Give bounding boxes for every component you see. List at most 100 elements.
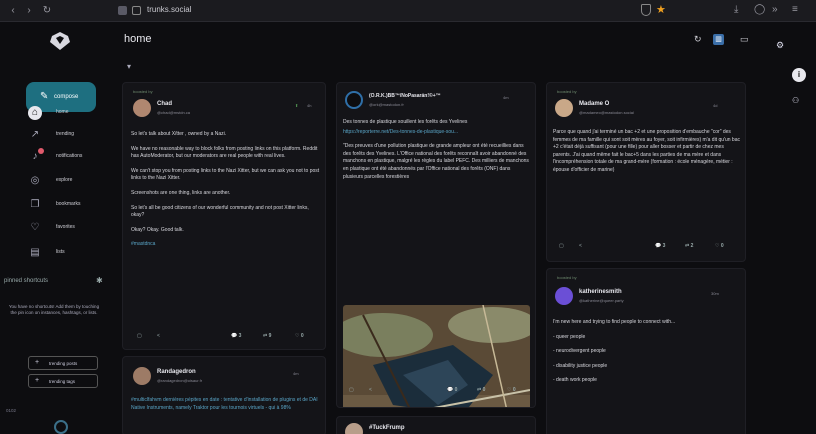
avatar[interactable]: [133, 367, 151, 385]
post-author[interactable]: katherinesmith: [579, 289, 622, 295]
post-list-item: - neurodivergent people: [553, 348, 606, 355]
post-handle[interactable]: @katherine@queer.party: [579, 298, 624, 303]
post-author[interactable]: #TuckFrump: [369, 425, 405, 431]
post-body: So let's talk about X/tter , owned by a …: [131, 131, 321, 256]
app-logo[interactable]: [48, 32, 72, 50]
expand-icon[interactable]: ▢: [349, 387, 354, 393]
share-icon[interactable]: <: [157, 333, 160, 339]
post-body: I'm new here and trying to find people t…: [553, 319, 741, 392]
boost-button[interactable]: ⇄ 9: [263, 333, 271, 339]
sidebar-item-label: bookmarks: [56, 201, 81, 207]
sidebar-item-explore[interactable]: ◎ explore: [24, 172, 110, 190]
download-icon[interactable]: ⤓: [734, 4, 738, 15]
home-icon: ⌂: [28, 106, 42, 120]
post-paragraph: So let's all be good citizens of our won…: [131, 204, 309, 219]
column-view-icon[interactable]: ▥: [713, 34, 724, 45]
post-time: 4m: [503, 95, 509, 100]
shield-icon[interactable]: [641, 4, 651, 16]
sidebar-item-notifications[interactable]: ♪ notifications: [24, 148, 110, 166]
favorite-button[interactable]: ♡ 0: [507, 387, 516, 393]
trending-posts-button[interactable]: + trending posts: [28, 356, 98, 370]
boost-button[interactable]: ⇄ 2: [685, 243, 693, 249]
post-card[interactable]: Randagedron @randagedron@oisaur.fr 4m #m…: [122, 356, 326, 434]
reply-button[interactable]: 💬 3: [655, 243, 665, 249]
sidebar-item-label: lists: [56, 249, 65, 255]
post-body: Des tonnes de plastique souillent les fo…: [343, 119, 531, 188]
share-icon[interactable]: <: [579, 243, 582, 249]
account-icon[interactable]: ◯: [754, 4, 765, 15]
post-handle[interactable]: @ork@mastodon.fr: [369, 102, 404, 107]
post-author[interactable]: (O.R.K.)BB™/NoPasarán!©+™: [369, 93, 441, 99]
share-icon[interactable]: <: [369, 387, 372, 393]
pinned-shortcuts-note: You have no shortcuts! Add them by touch…: [8, 304, 100, 315]
lock-icon: [132, 6, 141, 15]
post-author[interactable]: Randagedron: [157, 369, 196, 375]
post-handle[interactable]: @chad@mstdn.ca: [157, 110, 190, 115]
profile-avatar[interactable]: [54, 420, 68, 434]
gear-icon[interactable]: ✱: [96, 276, 103, 285]
sidebar-item-label: home: [56, 109, 69, 115]
post-author[interactable]: Madame O: [579, 101, 609, 107]
post-list-item: - disability justice people: [553, 362, 608, 369]
refresh-icon[interactable]: ↻: [694, 34, 702, 45]
post-list-item: - death work people: [553, 377, 597, 384]
boost-indicator-icon: ⬆: [295, 103, 299, 108]
compose-label: compose: [54, 94, 79, 100]
plus-icon: +: [35, 359, 40, 366]
sidebar-item-label: explore: [56, 177, 73, 183]
post-actions: ▢ < 💬 3 ⇄ 2 ♡ 0: [547, 243, 745, 253]
reload-icon[interactable]: ↻: [40, 4, 54, 18]
trending-tags-button[interactable]: + trending tags: [28, 374, 98, 388]
post-handle[interactable]: @madameo@mastodon.social: [579, 110, 634, 115]
page-title: home: [124, 33, 152, 45]
hashtag-link[interactable]: #mastdnca: [131, 241, 321, 249]
sidebar-item-lists[interactable]: ▤ lists: [24, 244, 110, 262]
post-time: 4m: [293, 371, 299, 376]
post-handle[interactable]: @randagedron@oisaur.fr: [157, 378, 202, 383]
reply-button[interactable]: 💬 3: [231, 333, 241, 339]
post-paragraph: Screenshots are one thing, links are ano…: [131, 189, 231, 196]
people-icon[interactable]: ⚇: [792, 96, 799, 105]
single-view-icon[interactable]: ▭: [740, 34, 749, 45]
chevron-left-icon[interactable]: ‹: [6, 4, 20, 18]
settings-gear-icon[interactable]: ⚙: [776, 40, 784, 51]
avatar[interactable]: [555, 99, 573, 117]
post-card[interactable]: boosted by Madame O @madameo@mastodon.so…: [546, 82, 746, 262]
post-card[interactable]: #TuckFrump: [336, 416, 536, 434]
boost-button[interactable]: ⇄ 0: [477, 387, 485, 393]
menu-icon[interactable]: ≡: [792, 4, 798, 15]
avatar[interactable]: [345, 91, 363, 109]
sidebar-item-favorites[interactable]: ♡ favorites: [24, 219, 110, 237]
info-icon[interactable]: i: [792, 68, 806, 82]
article-link[interactable]: https://reporterre.net/Des-tonnes-de-pla…: [343, 129, 531, 137]
star-icon[interactable]: ★: [656, 3, 666, 16]
post-text: "Des preuves d'une pollution plastique d…: [343, 143, 529, 180]
chevron-right-icon[interactable]: ›: [22, 4, 36, 18]
trending-icon: ↗: [30, 129, 40, 140]
post-card[interactable]: boosted by katherinesmith @katherine@que…: [546, 268, 746, 434]
boosted-by-label: boosted by: [133, 89, 153, 94]
post-time: 30m: [711, 291, 719, 296]
favorite-button[interactable]: ♡ 0: [715, 243, 724, 249]
sidebar: ✎ compose ⌂ home ↗ trending ♪ notificati…: [0, 22, 112, 434]
trending-posts-label: trending posts: [49, 361, 78, 366]
avatar[interactable]: [345, 423, 363, 434]
expand-icon[interactable]: ▢: [137, 333, 142, 339]
sidebar-item-bookmarks[interactable]: ❐ bookmarks: [24, 196, 110, 214]
sidebar-item-trending[interactable]: ↗ trending: [24, 126, 110, 144]
post-author[interactable]: Chad: [157, 101, 172, 107]
extension-icon[interactable]: »: [772, 4, 778, 15]
post-body: #multiclfahvm dernières pépites en date …: [131, 397, 321, 412]
post-card[interactable]: boosted by Chad @chad@mstdn.ca ⬆ 4h So l…: [122, 82, 326, 350]
favorite-button[interactable]: ♡ 0: [295, 333, 304, 339]
reply-button[interactable]: 💬 0: [447, 387, 457, 393]
avatar[interactable]: [133, 99, 151, 117]
url-bar[interactable]: trunks.social: [147, 5, 191, 14]
post-actions: ▢ < 💬 3 ⇄ 9 ♡ 0: [123, 333, 325, 343]
avatar[interactable]: [555, 287, 573, 305]
chevron-down-icon[interactable]: ▾: [127, 62, 131, 71]
expand-icon[interactable]: ▢: [559, 243, 564, 249]
post-card[interactable]: (O.R.K.)BB™/NoPasarán!©+™ @ork@mastodon.…: [336, 82, 536, 408]
status-text: 0102: [6, 408, 17, 413]
sidebar-item-home[interactable]: ⌂ home: [24, 104, 110, 122]
